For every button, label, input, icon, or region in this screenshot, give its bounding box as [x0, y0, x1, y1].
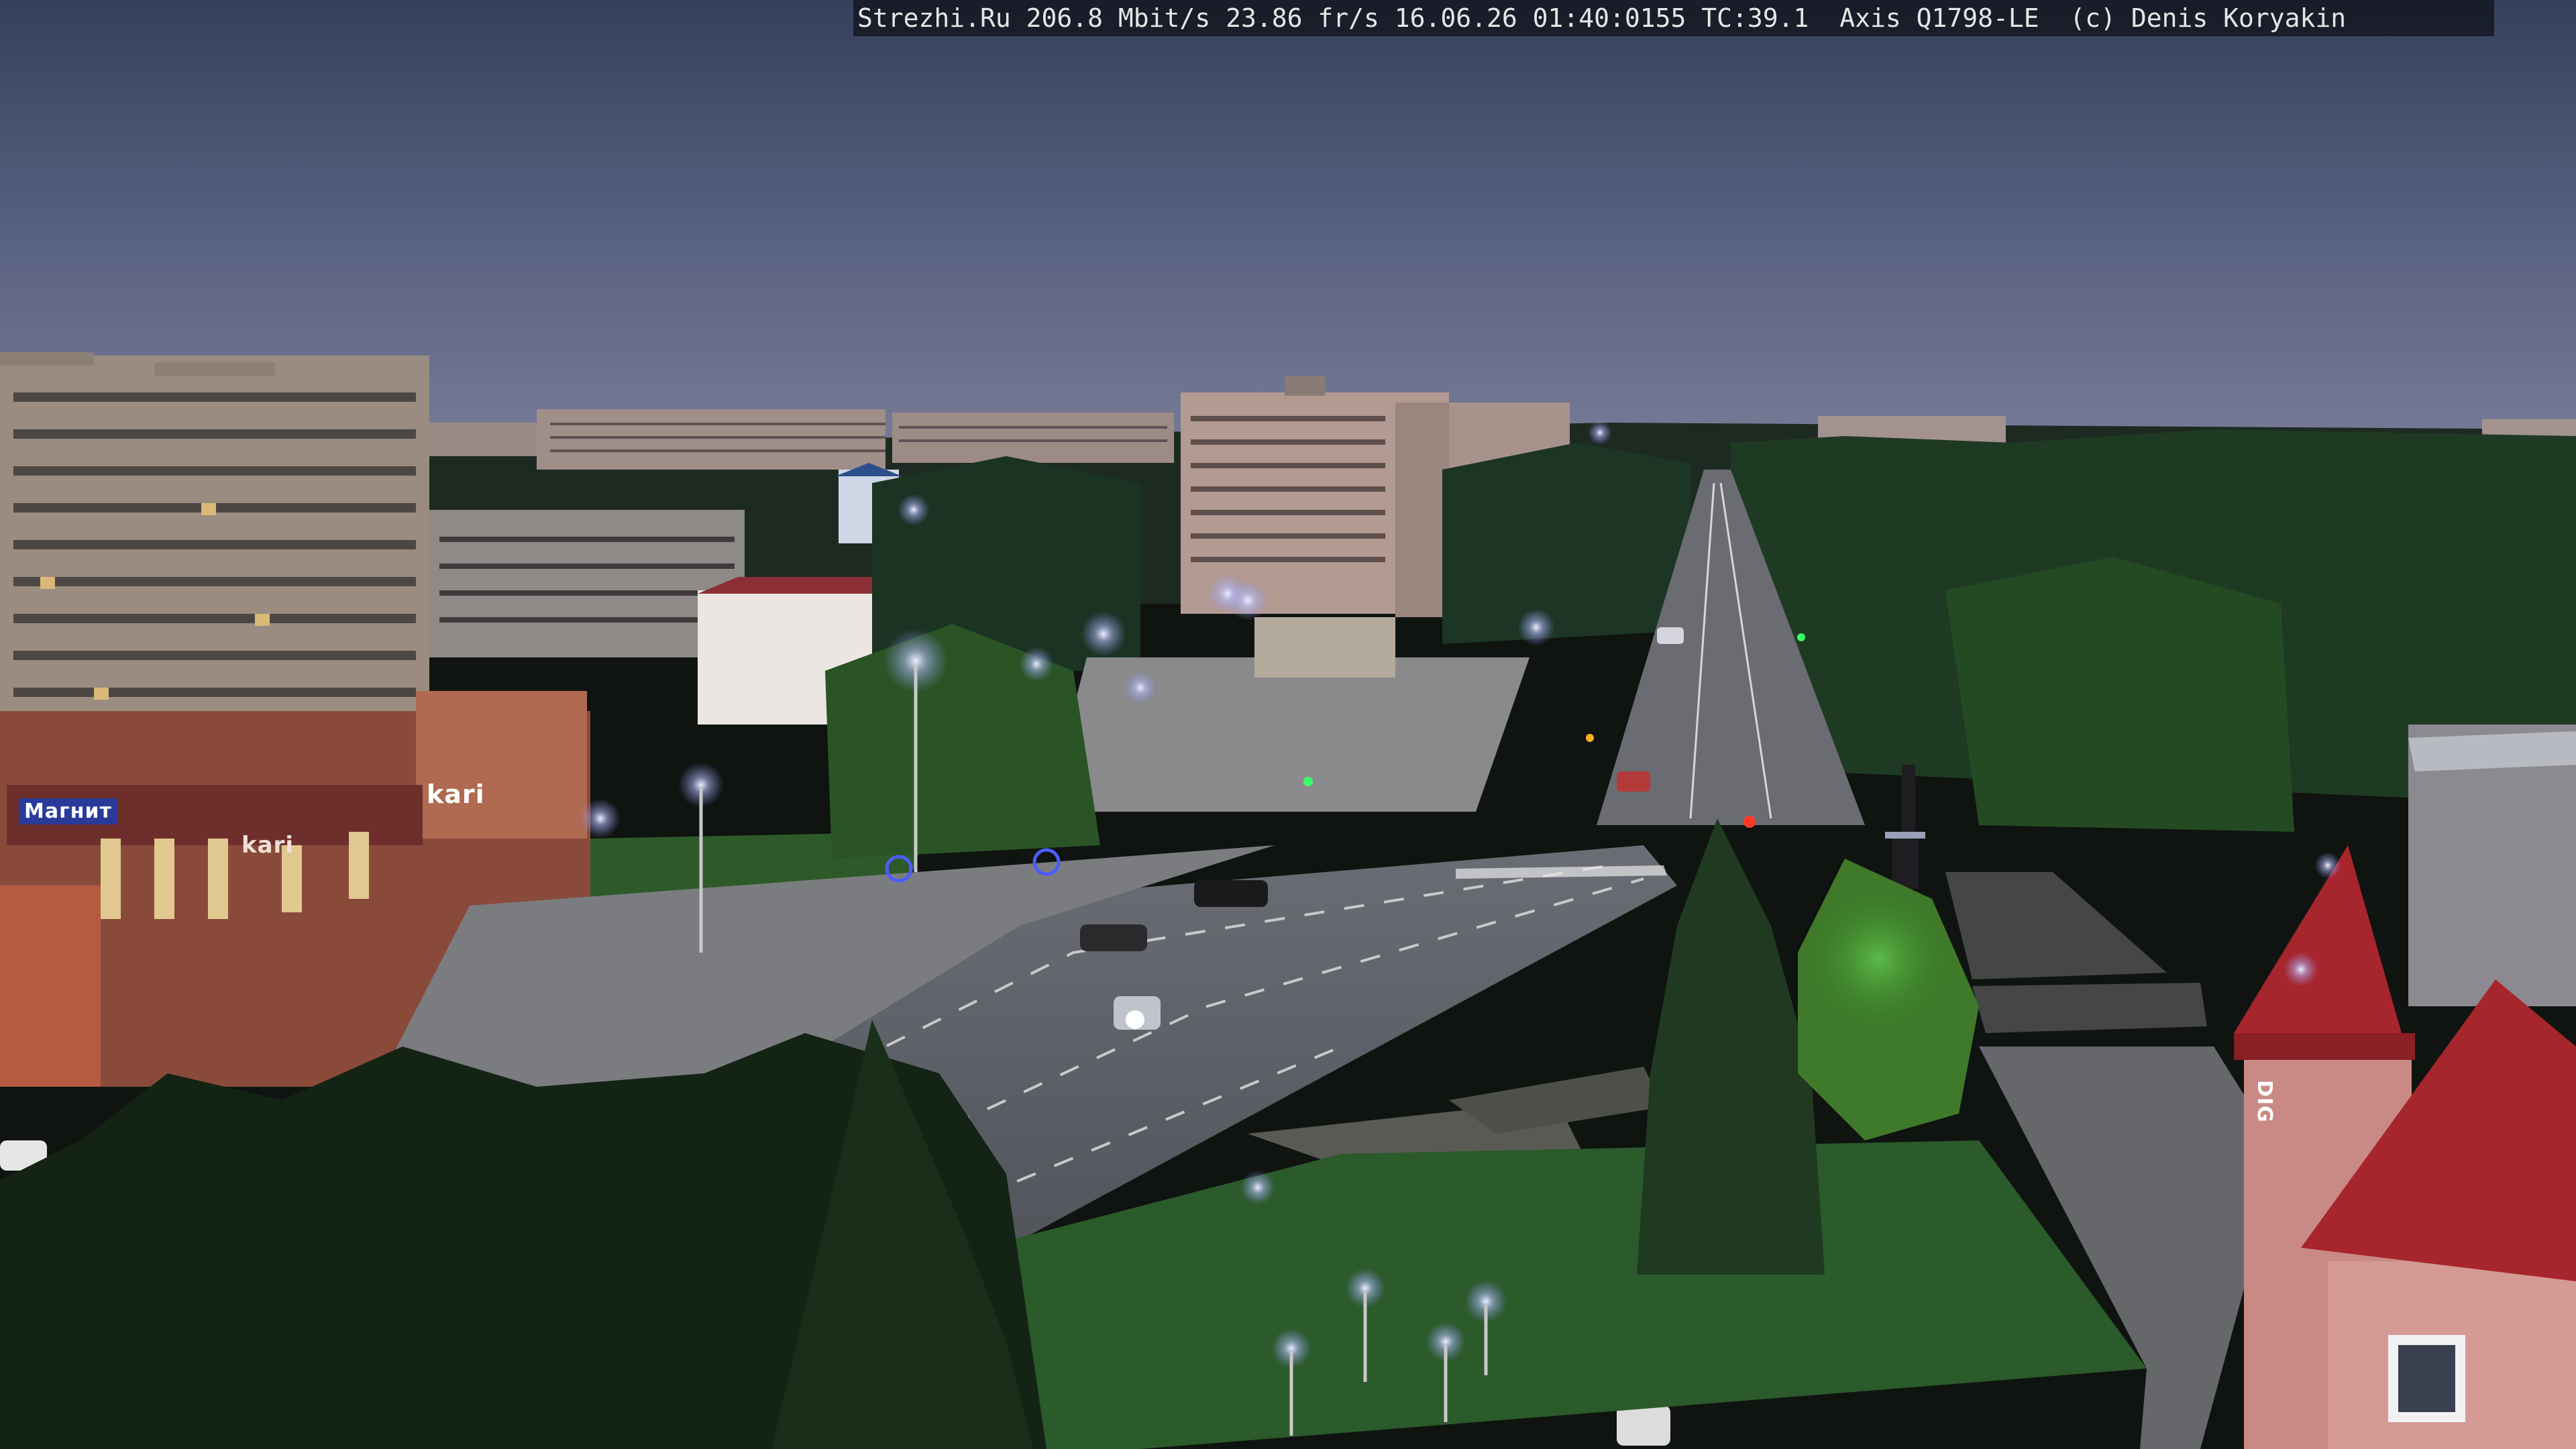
plaza: [1046, 657, 1529, 812]
monument: [1885, 765, 1925, 889]
trees-right-of-tower: [1442, 443, 1690, 644]
red-roof-building: [2234, 724, 2576, 1449]
kari-store-sign: kari: [427, 780, 485, 809]
trees-mid-right: [1945, 557, 2294, 832]
pavilion: [1254, 617, 1395, 678]
store-fascia-sign: kari: [241, 832, 294, 859]
lawn-right: [1006, 1140, 2147, 1449]
city-night-scene: [0, 0, 2576, 1449]
camera-overlay-caption: Strezhi.Ru 206.8 Mbit/s 23.86 fr/s 16.06…: [853, 0, 2494, 36]
tower-vertical-sign: DIG: [2253, 1080, 2276, 1123]
blue-store-sign: Магнит: [19, 798, 117, 824]
